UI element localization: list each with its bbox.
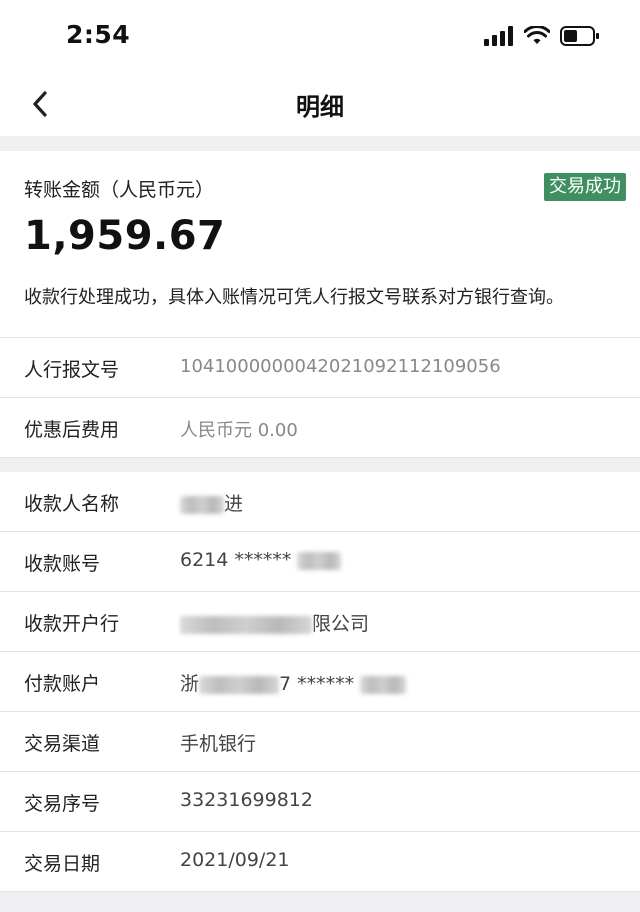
payee-bank-visible: 限公司	[312, 613, 370, 635]
row-label: 收款人名称	[24, 493, 120, 515]
status-time: 2:54	[66, 20, 131, 49]
redacted-blur	[297, 551, 342, 570]
status-bar: 2:54	[0, 0, 640, 70]
detail-row-payee-name: 收款人名称 进	[0, 472, 640, 532]
row-value: 限公司	[180, 609, 369, 636]
status-badge: 交易成功	[544, 173, 626, 201]
row-label: 优惠后费用	[24, 419, 120, 441]
row-value: 6214 ******	[180, 549, 342, 571]
row-value: 进	[180, 489, 243, 516]
detail-row-payer-account: 付款账户 浙 7 ******	[0, 652, 640, 712]
row-label: 交易序号	[24, 793, 101, 815]
detail-row-message-number: 人行报文号 1041000000042021092112109056	[0, 338, 640, 398]
detail-row-date: 交易日期 2021/09/21	[0, 832, 640, 892]
detail-row-fee: 优惠后费用 人民币元 0.00	[0, 398, 640, 458]
row-value: 浙 7 ******	[180, 669, 407, 696]
row-label: 交易渠道	[24, 733, 101, 755]
wifi-icon	[524, 26, 550, 44]
detail-row-payee-bank: 收款开户行 限公司	[0, 592, 640, 652]
battery-icon	[560, 26, 599, 46]
amount-label: 转账金额（人民币元）	[24, 179, 215, 201]
section-divider	[0, 458, 640, 472]
signal-icon	[484, 26, 513, 46]
status-icons	[484, 24, 600, 48]
row-label: 收款账号	[24, 553, 101, 575]
row-value: 手机银行	[180, 733, 257, 755]
detail-row-channel: 交易渠道 手机银行	[0, 712, 640, 772]
payee-account-visible: 6214 ******	[180, 549, 292, 571]
status-note: 收款行处理成功，具体入账情况可凭人行报文号联系对方银行查询。	[24, 287, 564, 308]
row-label: 付款账户	[24, 673, 101, 695]
detail-row-serial: 交易序号 33231699812	[0, 772, 640, 832]
payer-account-prefix: 浙	[180, 673, 200, 695]
nav-bar: 明细	[0, 70, 640, 136]
detail-row-payee-account: 收款账号 6214 ******	[0, 532, 640, 592]
transfer-amount: 1,959.67	[24, 213, 226, 259]
row-value: 1041000000042021092112109056	[180, 356, 501, 377]
page-title: 明细	[296, 93, 344, 121]
redacted-blur	[180, 615, 312, 634]
redacted-blur	[199, 675, 280, 694]
section-divider	[0, 136, 640, 151]
row-value: 33231699812	[180, 789, 313, 811]
row-label: 人行报文号	[24, 359, 120, 381]
row-value: 人民币元 0.00	[180, 420, 298, 441]
payer-account-visible: 7 ******	[279, 673, 355, 695]
transfer-summary-card: 转账金额（人民币元） 交易成功 1,959.67 收款行处理成功，具体入账情况可…	[0, 151, 640, 338]
redacted-blur	[360, 675, 407, 694]
row-label: 交易日期	[24, 853, 101, 875]
row-label: 收款开户行	[24, 613, 120, 635]
payee-name-visible: 进	[224, 493, 244, 515]
row-value: 2021/09/21	[180, 849, 290, 871]
redacted-blur	[180, 495, 224, 514]
